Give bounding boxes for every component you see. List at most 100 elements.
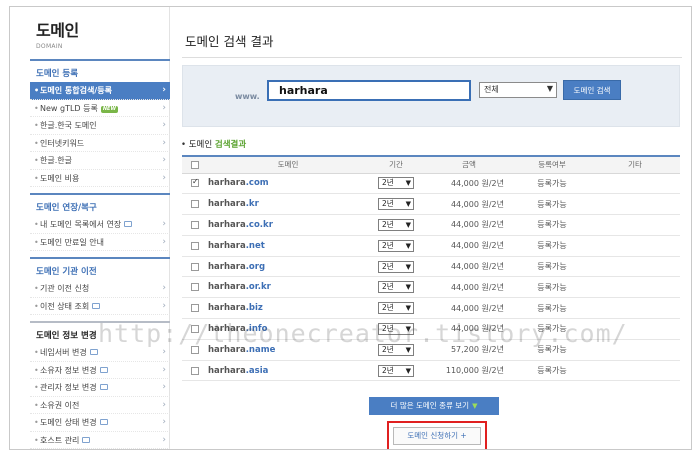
etc-cell: [590, 193, 680, 216]
tld-select[interactable]: 전체 ▼: [479, 82, 557, 98]
period-value: 2년: [382, 282, 394, 292]
period-select[interactable]: 2년 ▼: [378, 260, 414, 273]
etc-cell: [590, 276, 680, 299]
chevron-down-icon: ▼: [405, 179, 411, 188]
apply-domain-button[interactable]: 도메인 신청하기 +: [393, 427, 481, 445]
result-row: harhara.asia 2년 ▼ 110,000 원/2년 등록가능: [182, 360, 680, 382]
more-domains-button[interactable]: 더 많은 도메인 종류 보기 ▼: [369, 397, 499, 415]
period-value: 2년: [382, 199, 394, 209]
sidebar-item[interactable]: 내 도메인 목록에서 연장 ›: [30, 216, 170, 234]
status-cell: 등록가능: [514, 318, 590, 340]
period-select[interactable]: 2년 ▼: [378, 198, 414, 211]
row-checkbox[interactable]: [191, 200, 199, 209]
title-divider: [182, 57, 682, 58]
row-checkbox[interactable]: [191, 345, 199, 354]
period-select[interactable]: 2년 ▼: [378, 322, 414, 335]
row-checkbox[interactable]: [191, 324, 199, 333]
row-checkbox[interactable]: [191, 283, 199, 292]
sidebar-item-label: 이전 상태 조회: [40, 301, 90, 311]
new-window-icon: [92, 302, 101, 309]
row-checkbox[interactable]: [191, 262, 199, 271]
chevron-right-icon: ›: [162, 102, 166, 113]
sidebar-group-title[interactable]: 도메인 기관 이전: [30, 259, 170, 280]
domain-name: harhara: [208, 365, 246, 376]
sidebar-group-title[interactable]: 도메인 등록: [30, 61, 170, 82]
sidebar-item[interactable]: 기관 이전 신청 ›: [30, 280, 170, 298]
etc-cell: [590, 318, 680, 340]
period-select[interactable]: 2년 ▼: [378, 364, 414, 377]
chevron-right-icon: ›: [162, 417, 166, 427]
domain-search-button[interactable]: 도메인 검색: [563, 80, 621, 100]
period-cell: 2년 ▼: [368, 193, 424, 216]
chevron-down-icon: ▼: [405, 324, 411, 333]
header-period: 기간: [368, 155, 424, 174]
domain-name: harhara: [208, 303, 246, 314]
price-cell: 44,000 원/2년: [424, 235, 514, 257]
sidebar-group: 도메인 등록도메인 통합검색/등록›New gTLD 등록NEW›한글.한국 도…: [30, 59, 170, 187]
domain-name: harhara: [208, 261, 246, 272]
period-cell: 2년 ▼: [368, 360, 424, 382]
sidebar-item[interactable]: 도메인 상태 변경 ›: [30, 414, 170, 432]
sidebar-item[interactable]: New gTLD 등록NEW ›: [30, 100, 170, 117]
page-title: 도메인 검색 결과: [185, 34, 274, 49]
etc-cell: [590, 360, 680, 382]
sidebar-item[interactable]: 관리자 정보 변경 ›: [30, 379, 170, 397]
chevron-right-icon: ›: [162, 434, 166, 445]
sidebar-item[interactable]: 네임서버 변경 ›: [30, 344, 170, 362]
sidebar-item[interactable]: 한글.한국 도메인 ›: [30, 117, 170, 135]
row-checkbox[interactable]: [191, 220, 199, 229]
price-cell: 110,000 원/2년: [424, 360, 514, 382]
period-select[interactable]: 2년 ▼: [378, 218, 414, 231]
row-checkbox[interactable]: [191, 366, 199, 375]
sidebar-item[interactable]: 소유권 이전 ›: [30, 397, 170, 414]
status-cell: 등록가능: [514, 193, 590, 216]
sidebar-item[interactable]: 소유자 정보 변경 ›: [30, 362, 170, 379]
chevron-down-icon: ▼: [405, 283, 411, 292]
sidebar-item[interactable]: 이전 상태 조회 ›: [30, 298, 170, 315]
sidebar-group: 도메인 정보 변경네임서버 변경›소유자 정보 변경›관리자 정보 변경›소유권…: [30, 321, 170, 449]
status-cell: 등록가능: [514, 235, 590, 257]
header-price: 금액: [424, 155, 514, 174]
domain-name: harhara: [208, 219, 246, 230]
sidebar-item[interactable]: 도메인 만료일 안내 ›: [30, 234, 170, 251]
results-title: 도메인 검색결과: [181, 138, 246, 150]
select-all-checkbox[interactable]: [191, 161, 199, 170]
domain-cell: harhara.org: [208, 256, 368, 278]
new-window-icon: [99, 419, 108, 425]
new-window-icon: [124, 221, 133, 227]
etc-cell: [590, 235, 680, 257]
sidebar-item[interactable]: 한글.한글 ›: [30, 152, 170, 170]
sidebar-item[interactable]: 호스트 관리 ›: [30, 432, 170, 449]
logo-subtitle: DOMAIN: [36, 43, 63, 50]
sidebar-item[interactable]: 인터넷키워드 ›: [30, 135, 170, 152]
plus-icon: +: [460, 431, 467, 440]
period-select[interactable]: 2년 ▼: [378, 302, 414, 315]
domain-cell: harhara.asia: [208, 360, 368, 382]
sidebar-item-label: 호스트 관리: [40, 435, 80, 445]
results-table: 도메인 기간 금액 등록여부 기타 harhara .com 2년 ▼ 44,000…: [182, 155, 680, 382]
row-checkbox[interactable]: [191, 177, 199, 188]
sidebar-item-label: 도메인 만료일 안내: [40, 237, 104, 247]
etc-cell: [590, 173, 680, 195]
row-select-cell: [182, 339, 208, 361]
status-cell: 등록가능: [514, 297, 590, 320]
sidebar-group-title[interactable]: 도메인 정보 변경: [30, 323, 170, 344]
domain-search-input[interactable]: [267, 80, 471, 101]
period-select[interactable]: 2년 ▼: [378, 177, 414, 190]
sidebar-group-title[interactable]: 도메인 연장/복구: [30, 195, 170, 216]
period-select[interactable]: 2년 ▼: [378, 343, 414, 356]
domain-cell: harhara.or.kr: [208, 276, 368, 299]
chevron-right-icon: ›: [162, 155, 166, 165]
results-header-row: 도메인 기간 금액 등록여부 기타: [182, 155, 680, 174]
period-select[interactable]: 2년 ▼: [378, 281, 414, 294]
period-select[interactable]: 2년 ▼: [378, 239, 414, 252]
row-checkbox[interactable]: [191, 304, 199, 313]
domain-tld: .com: [245, 178, 269, 189]
row-checkbox[interactable]: [191, 241, 199, 250]
sidebar-item[interactable]: 도메인 비용 ›: [30, 170, 170, 187]
chevron-right-icon: ›: [162, 347, 166, 357]
sidebar-item[interactable]: 도메인 통합검색/등록 ›: [30, 82, 170, 100]
period-value: 2년: [382, 323, 394, 333]
domain-cell: harhara.net: [208, 235, 368, 257]
logo[interactable]: 도메인 DOMAIN: [36, 17, 79, 50]
